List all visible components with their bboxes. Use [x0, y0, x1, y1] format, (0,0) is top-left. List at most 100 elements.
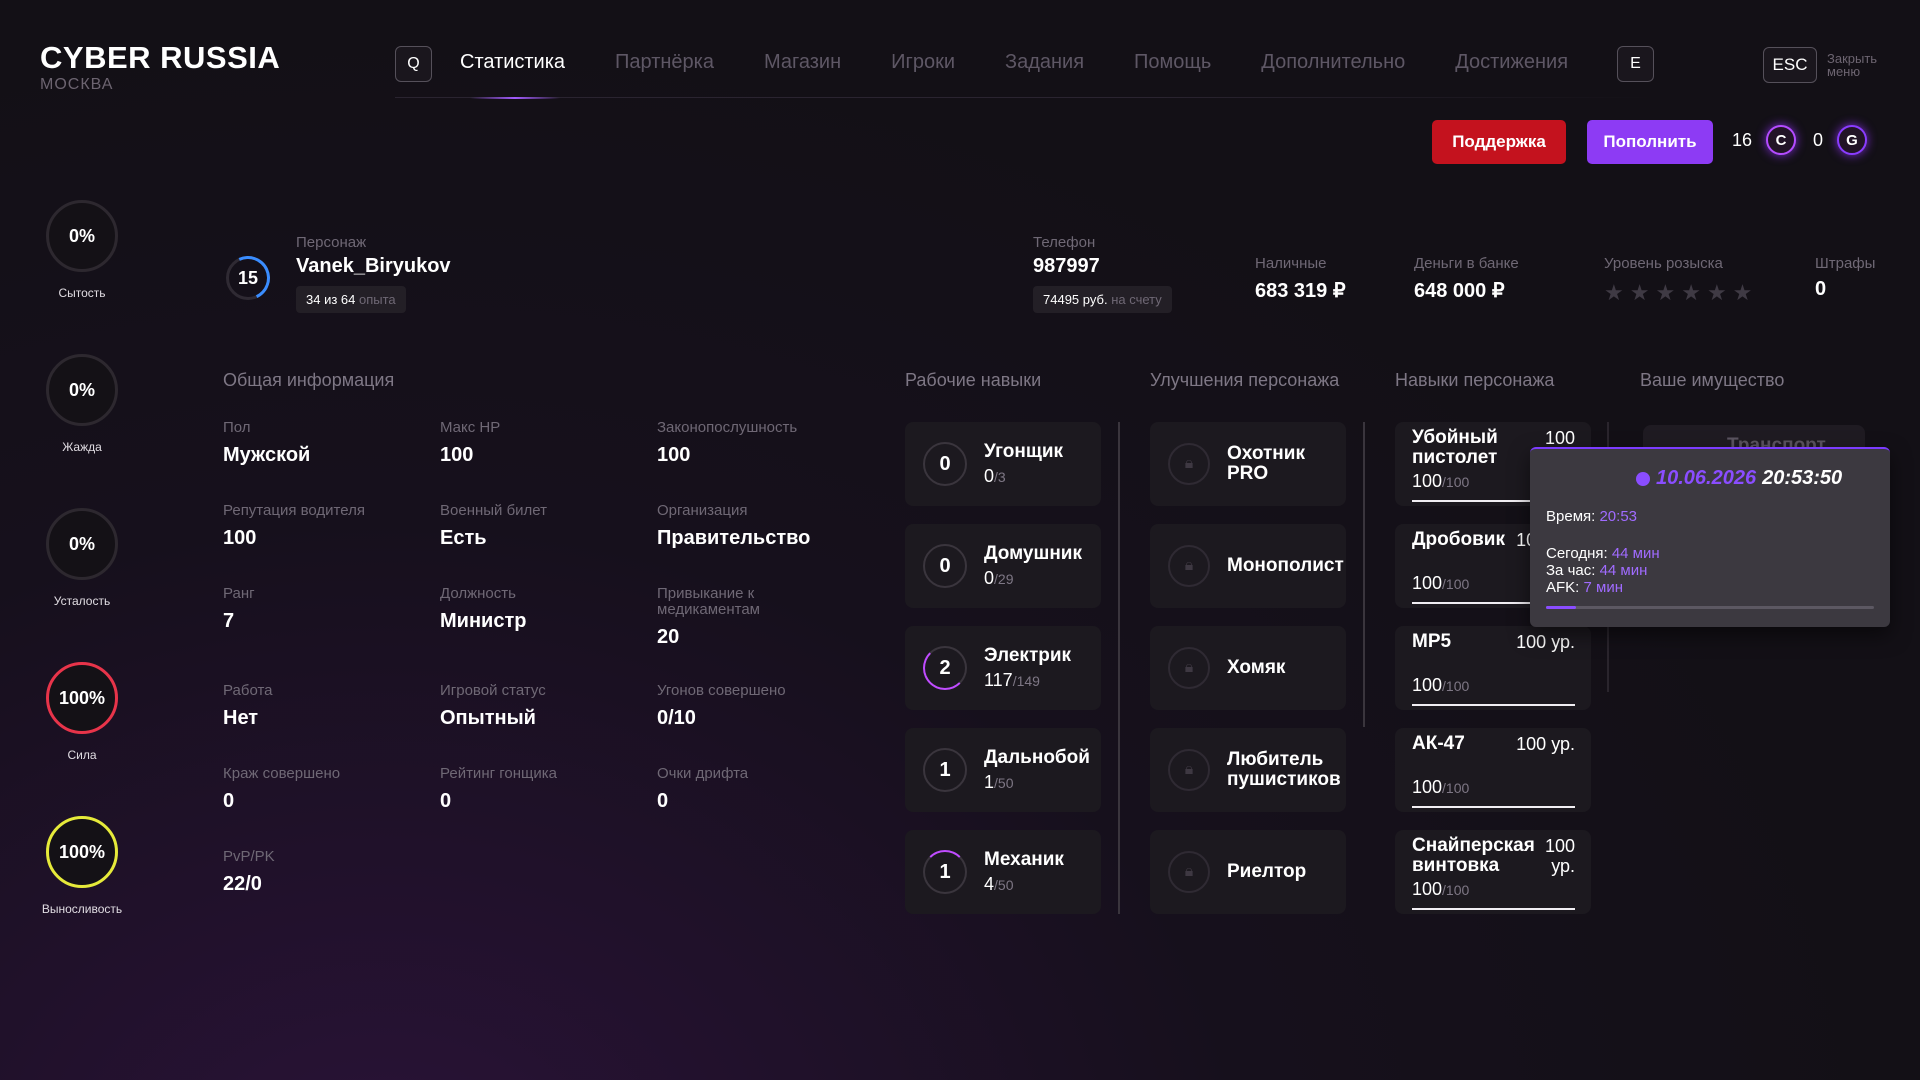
- tooltip-time-row: Время: 20:53: [1546, 508, 1874, 525]
- info-label: Пол: [223, 419, 251, 436]
- phone-balance-chip: 74495 руб. на счету: [1033, 286, 1172, 313]
- star-icon: ★: [1706, 280, 1727, 305]
- info-label: Очки дрифта: [657, 765, 749, 782]
- work-skill-card[interactable]: 1 Дальнобой 1/50: [905, 728, 1101, 812]
- info-value: 7: [223, 610, 235, 632]
- character-level: 15: [226, 256, 270, 300]
- tab-statistics[interactable]: Статистика: [460, 51, 565, 74]
- lock-icon: 🔒︎: [1168, 851, 1210, 893]
- phone-label: Телефон: [1033, 234, 1096, 251]
- close-menu[interactable]: ESC Закрыть меню: [1763, 47, 1887, 83]
- skill-progress: 1: [984, 771, 995, 792]
- upgrade-card[interactable]: 🔒︎ Хомяк: [1150, 626, 1346, 710]
- tooltip-time-label: Время:: [1546, 508, 1596, 525]
- skill-name: Электрик: [984, 644, 1072, 666]
- info-label: Краж совершено: [223, 765, 341, 782]
- bank-block: Деньги в банке 648 000 ₽: [1414, 255, 1519, 303]
- skill-name: Механик: [984, 848, 1064, 870]
- prev-tab-key[interactable]: Q: [395, 46, 432, 82]
- need-endurance: 100% Выносливость: [42, 816, 122, 916]
- skill-progress: 117: [984, 669, 1013, 690]
- star-icon: ★: [1655, 280, 1676, 305]
- info-value: Правительство: [657, 527, 811, 549]
- weapon-progress-bar: [1412, 806, 1575, 808]
- phone-balance-suffix: на счету: [1111, 292, 1162, 307]
- tooltip-hour-label: За час:: [1546, 562, 1596, 579]
- info-item: Должность Министр: [440, 586, 657, 669]
- upgrade-card[interactable]: 🔒︎ Монополист: [1150, 524, 1346, 608]
- exp-chip: 34 из 64 опыта: [296, 286, 406, 313]
- upgrade-card[interactable]: 🔒︎ Риелтор: [1150, 830, 1346, 914]
- info-value: Министр: [440, 610, 527, 632]
- lock-icon: 🔒︎: [1168, 443, 1210, 485]
- next-tab-key[interactable]: E: [1617, 46, 1654, 82]
- weapon-max: /100: [1442, 576, 1470, 592]
- afk-progress-fill: [1546, 606, 1576, 609]
- support-button[interactable]: Поддержка: [1432, 120, 1566, 164]
- tab-achievements[interactable]: Достижения: [1455, 51, 1568, 74]
- general-info-grid: Пол Мужской Макс HP 100 Законопослушность 1…: [223, 420, 874, 932]
- currency-g-amount: 0: [1813, 129, 1824, 150]
- tooltip-date: 10.06.2026: [1656, 467, 1757, 489]
- info-item: Игровой статус Опытный: [440, 683, 657, 766]
- skill-progress: 0: [984, 567, 995, 588]
- tab-partner[interactable]: Партнёрка: [615, 51, 714, 74]
- character-label: Персонаж: [296, 234, 367, 251]
- work-skill-card[interactable]: 0 Домушник 0/29: [905, 524, 1101, 608]
- work-skill-card[interactable]: 2 Электрик 117/149: [905, 626, 1101, 710]
- info-label: Военный билет: [440, 502, 548, 519]
- skill-max: /29: [994, 570, 1014, 587]
- info-label: PvP/PK: [223, 848, 275, 865]
- skill-name: Угонщик: [984, 440, 1064, 462]
- tab-additional[interactable]: Дополнительно: [1261, 51, 1405, 74]
- need-label: Сытость: [58, 286, 106, 300]
- star-icon: ★: [1681, 280, 1701, 305]
- info-value: 20: [657, 626, 680, 648]
- info-label: Ранг: [223, 585, 255, 602]
- esc-key[interactable]: ESC: [1763, 47, 1817, 83]
- upgrade-card[interactable]: 🔒︎ Любитель пушистиков: [1150, 728, 1346, 812]
- work-skill-card[interactable]: 0 Угонщик 0/3: [905, 422, 1101, 506]
- info-item: Рейтинг гонщика 0: [440, 766, 657, 849]
- info-item: Репутация водителя 100: [223, 503, 440, 586]
- info-item: Ранг 7: [223, 586, 440, 669]
- tab-help[interactable]: Помощь: [1134, 51, 1211, 74]
- exp-text: 34 из 64: [306, 292, 356, 307]
- weapon-max: /100: [1442, 474, 1470, 490]
- weapon-level: 100 ур.: [1516, 632, 1575, 652]
- need-thirst: 0% Жажда: [46, 354, 118, 454]
- need-satiety: 0% Сытость: [46, 200, 118, 300]
- work-skills-list: 0 Угонщик 0/3 0 Домушник 0/29 2 Электрик 11…: [905, 422, 1101, 914]
- fines-value: 0: [1815, 278, 1827, 300]
- skill-level: 0: [923, 544, 967, 588]
- info-value: 100: [657, 444, 691, 466]
- info-label: Рейтинг гонщика: [440, 765, 557, 782]
- cash-label: Наличные: [1255, 255, 1327, 272]
- weapon-skill-card[interactable]: АК-47 100 ур. 100/100: [1395, 728, 1591, 812]
- tooltip-hour-value: 44 мин: [1599, 562, 1648, 579]
- weapon-level: 100 ур.: [1516, 734, 1575, 754]
- weapon-skill-card[interactable]: MP5 100 ур. 100/100: [1395, 626, 1591, 710]
- weapon-skill-card[interactable]: Снайперская винтовка 100 ур. 100/100: [1395, 830, 1591, 914]
- section-char-skills: Навыки персонажа: [1395, 370, 1555, 390]
- tooltip-afk-label: AFK:: [1546, 579, 1580, 596]
- skill-max: /50: [994, 774, 1014, 791]
- tab-players[interactable]: Игроки: [891, 51, 955, 74]
- topup-button[interactable]: Пополнить: [1587, 120, 1713, 164]
- info-label: Работа: [223, 682, 273, 699]
- tooltip-afk-value: 7 мин: [1583, 579, 1624, 596]
- section-work-skills: Рабочие навыки: [905, 370, 1042, 390]
- section-general: Общая информация: [223, 370, 395, 390]
- star-icon: ★: [1629, 280, 1650, 305]
- info-icon: [1636, 471, 1650, 486]
- tab-shop[interactable]: Магазин: [764, 51, 841, 74]
- weapon-level: 100 ур.: [1544, 836, 1575, 876]
- tab-tasks[interactable]: Задания: [1005, 51, 1084, 74]
- currency-c: 16 C: [1732, 125, 1797, 155]
- info-item: Организация Правительство: [657, 503, 874, 586]
- info-value: 0: [440, 790, 452, 812]
- need-ring: 0%: [46, 508, 118, 580]
- upgrade-card[interactable]: 🔒︎ Охотник PRO: [1150, 422, 1346, 506]
- work-skill-card[interactable]: 1 Механик 4/50: [905, 830, 1101, 914]
- weapon-max: /100: [1442, 882, 1470, 898]
